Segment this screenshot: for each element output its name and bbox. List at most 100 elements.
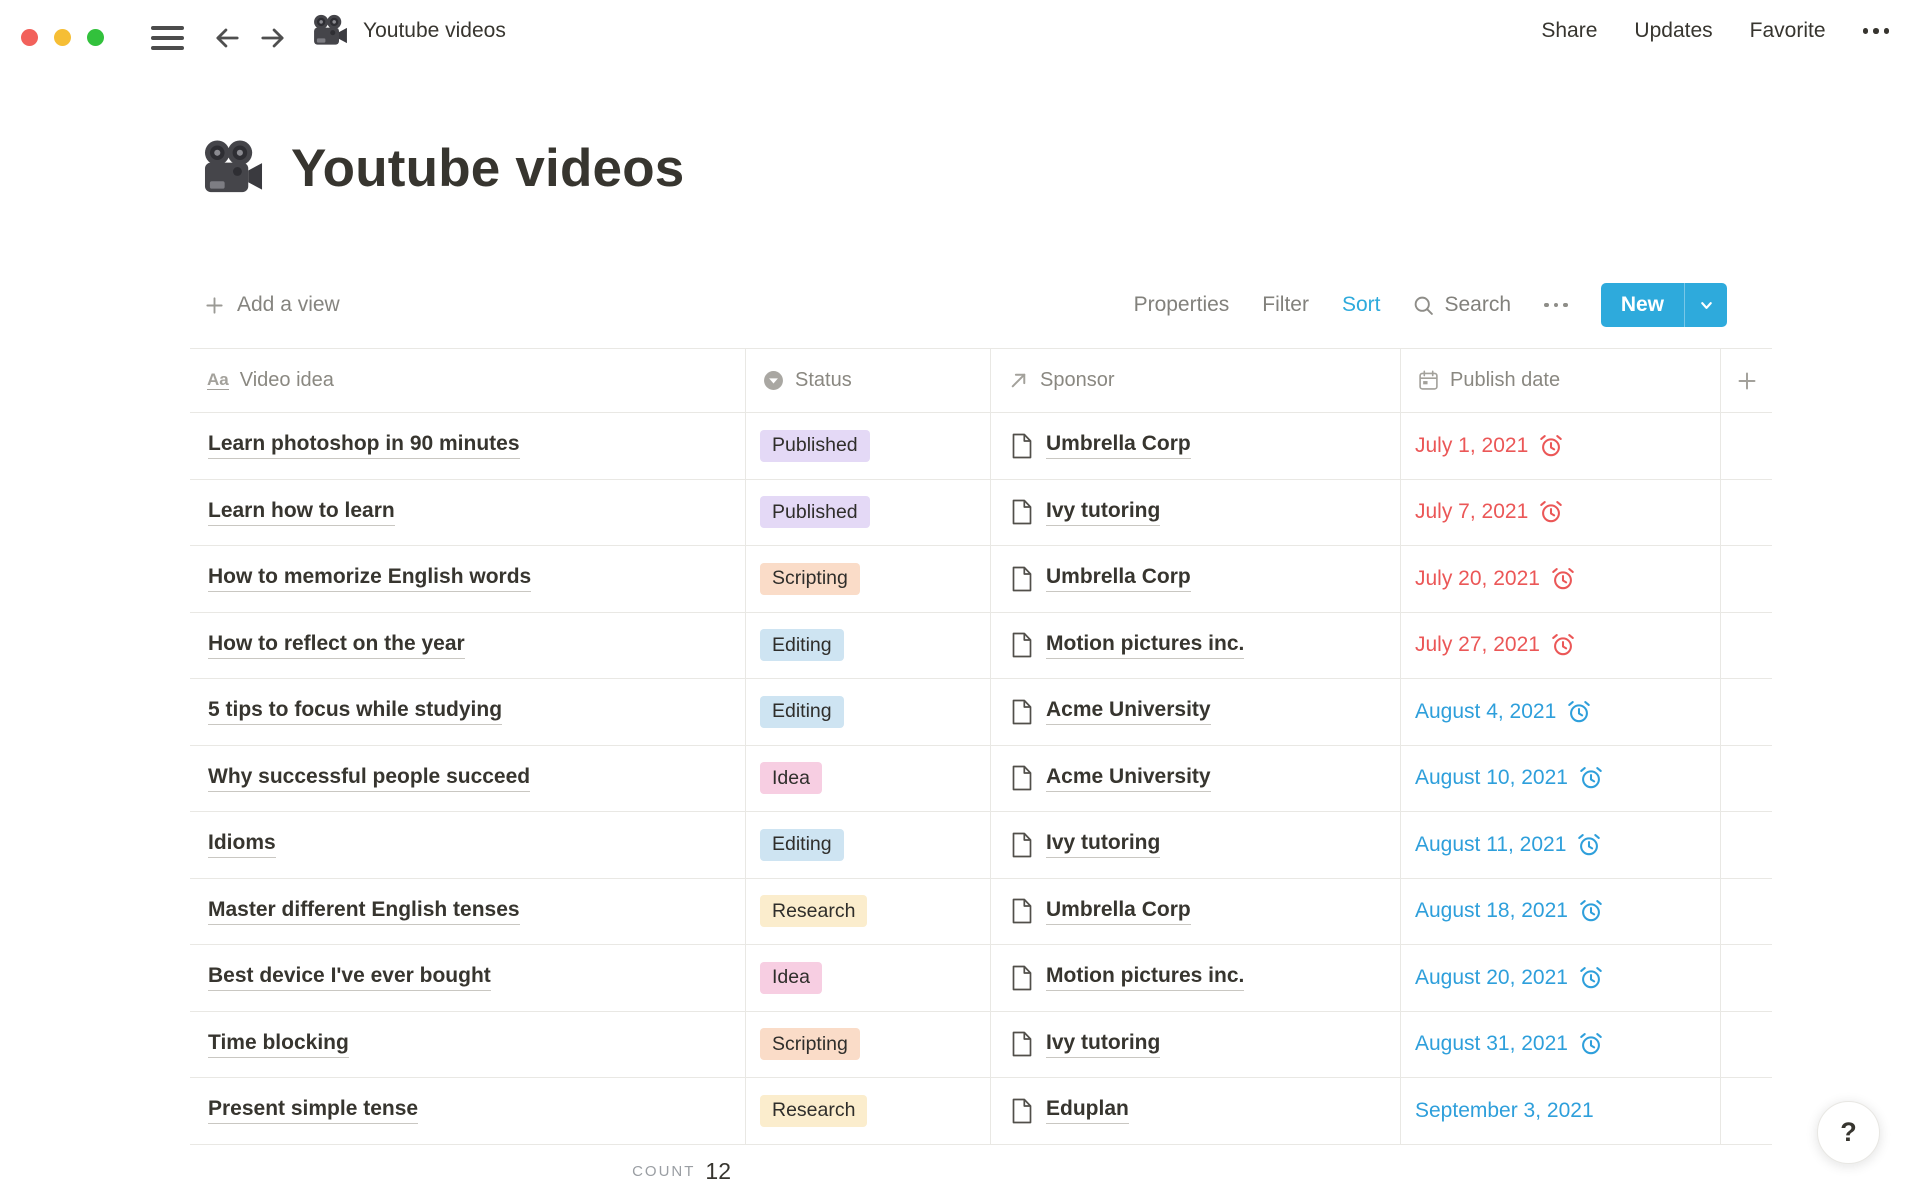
sponsor-cell[interactable]: Eduplan [990, 1078, 1400, 1144]
status-cell[interactable]: Scripting [745, 1012, 990, 1078]
video-idea-cell[interactable]: Why successful people succeed [190, 746, 745, 812]
publish-date-cell[interactable]: July 7, 2021 [1400, 480, 1720, 546]
video-idea-link[interactable]: Learn photoshop in 90 minutes [208, 432, 520, 459]
back-arrow-icon[interactable] [212, 23, 242, 53]
publish-date-cell[interactable]: August 10, 2021 [1400, 746, 1720, 812]
status-cell[interactable]: Editing [745, 679, 990, 745]
status-cell[interactable]: Published [745, 413, 990, 479]
breadcrumb[interactable]: Youtube videos [312, 0, 506, 62]
video-idea-cell[interactable]: Best device I've ever bought [190, 945, 745, 1011]
sponsor-cell[interactable]: Umbrella Corp [990, 546, 1400, 612]
video-idea-cell[interactable]: Idioms [190, 812, 745, 878]
share-button[interactable]: Share [1541, 19, 1597, 43]
publish-date-cell[interactable]: August 20, 2021 [1400, 945, 1720, 1011]
status-cell[interactable]: Idea [745, 746, 990, 812]
status-pill[interactable]: Editing [760, 829, 844, 861]
window-close-button[interactable] [21, 29, 38, 46]
status-pill[interactable]: Editing [760, 629, 844, 661]
status-pill[interactable]: Idea [760, 762, 822, 794]
video-idea-cell[interactable]: How to memorize English words [190, 546, 745, 612]
status-pill[interactable]: Published [760, 430, 870, 462]
sponsor-link[interactable]: Umbrella Corp [1046, 898, 1191, 925]
video-idea-link[interactable]: How to reflect on the year [208, 632, 465, 659]
video-idea-cell[interactable]: 5 tips to focus while studying [190, 679, 745, 745]
forward-arrow-icon[interactable] [258, 23, 288, 53]
status-cell[interactable]: Editing [745, 812, 990, 878]
favorite-button[interactable]: Favorite [1750, 19, 1826, 43]
video-idea-link[interactable]: Present simple tense [208, 1097, 418, 1124]
status-pill[interactable]: Idea [760, 962, 822, 994]
sidebar-toggle-icon[interactable] [151, 26, 184, 50]
sponsor-cell[interactable]: Ivy tutoring [990, 1012, 1400, 1078]
publish-date-cell[interactable]: August 11, 2021 [1400, 812, 1720, 878]
window-zoom-button[interactable] [87, 29, 104, 46]
column-header-publish-date[interactable]: Publish date [1400, 349, 1720, 412]
status-pill[interactable]: Scripting [760, 563, 860, 595]
sponsor-link[interactable]: Ivy tutoring [1046, 1031, 1160, 1058]
status-pill[interactable]: Research [760, 895, 867, 927]
video-idea-link[interactable]: Master different English tenses [208, 898, 520, 925]
sponsor-link[interactable]: Ivy tutoring [1046, 499, 1160, 526]
help-button[interactable]: ? [1817, 1101, 1880, 1164]
new-dropdown-button[interactable] [1684, 283, 1727, 327]
add-view-button[interactable]: Add a view [190, 293, 340, 317]
publish-date-cell[interactable]: July 20, 2021 [1400, 546, 1720, 612]
updates-button[interactable]: Updates [1634, 19, 1712, 43]
sponsor-cell[interactable]: Ivy tutoring [990, 812, 1400, 878]
video-idea-link[interactable]: Why successful people succeed [208, 765, 530, 792]
add-column-button[interactable] [1720, 349, 1772, 412]
video-idea-cell[interactable]: How to reflect on the year [190, 613, 745, 679]
sponsor-link[interactable]: Umbrella Corp [1046, 565, 1191, 592]
publish-date-cell[interactable]: August 31, 2021 [1400, 1012, 1720, 1078]
status-pill[interactable]: Editing [760, 696, 844, 728]
video-idea-link[interactable]: Best device I've ever bought [208, 964, 491, 991]
view-options-icon[interactable] [1544, 303, 1568, 308]
video-idea-cell[interactable]: Learn photoshop in 90 minutes [190, 413, 745, 479]
sponsor-link[interactable]: Acme University [1046, 698, 1211, 725]
properties-button[interactable]: Properties [1134, 293, 1230, 317]
filter-button[interactable]: Filter [1262, 293, 1309, 317]
status-cell[interactable]: Editing [745, 613, 990, 679]
sponsor-cell[interactable]: Ivy tutoring [990, 480, 1400, 546]
column-header-status[interactable]: Status [745, 349, 990, 412]
publish-date-cell[interactable]: August 4, 2021 [1400, 679, 1720, 745]
video-idea-link[interactable]: Learn how to learn [208, 499, 395, 526]
new-button-label[interactable]: New [1601, 283, 1684, 327]
sort-button[interactable]: Sort [1342, 293, 1381, 317]
column-header-sponsor[interactable]: Sponsor [990, 349, 1400, 412]
sponsor-link[interactable]: Ivy tutoring [1046, 831, 1160, 858]
sponsor-link[interactable]: Eduplan [1046, 1097, 1129, 1124]
video-idea-cell[interactable]: Master different English tenses [190, 879, 745, 945]
sponsor-cell[interactable]: Umbrella Corp [990, 879, 1400, 945]
count-aggregation[interactable]: COUNT 12 [190, 1150, 745, 1192]
sponsor-cell[interactable]: Acme University [990, 679, 1400, 745]
publish-date-cell[interactable]: July 27, 2021 [1400, 613, 1720, 679]
status-cell[interactable]: Idea [745, 945, 990, 1011]
sponsor-cell[interactable]: Acme University [990, 746, 1400, 812]
page-movie-camera-icon[interactable] [202, 139, 265, 198]
window-minimize-button[interactable] [54, 29, 71, 46]
video-idea-link[interactable]: Time blocking [208, 1031, 349, 1058]
video-idea-link[interactable]: How to memorize English words [208, 565, 531, 592]
search-button[interactable]: Search [1413, 293, 1511, 317]
video-idea-cell[interactable]: Time blocking [190, 1012, 745, 1078]
column-header-video-idea[interactable]: Aa Video idea [190, 349, 745, 412]
status-pill[interactable]: Published [760, 496, 870, 528]
sponsor-link[interactable]: Umbrella Corp [1046, 432, 1191, 459]
publish-date-cell[interactable]: July 1, 2021 [1400, 413, 1720, 479]
status-cell[interactable]: Scripting [745, 546, 990, 612]
sponsor-cell[interactable]: Motion pictures inc. [990, 613, 1400, 679]
publish-date-cell[interactable]: August 18, 2021 [1400, 879, 1720, 945]
sponsor-link[interactable]: Acme University [1046, 765, 1211, 792]
status-pill[interactable]: Scripting [760, 1028, 860, 1060]
new-button[interactable]: New [1601, 283, 1727, 327]
video-idea-cell[interactable]: Learn how to learn [190, 480, 745, 546]
breadcrumb-title[interactable]: Youtube videos [363, 19, 506, 43]
status-cell[interactable]: Research [745, 879, 990, 945]
video-idea-link[interactable]: 5 tips to focus while studying [208, 698, 502, 725]
sponsor-cell[interactable]: Umbrella Corp [990, 413, 1400, 479]
status-cell[interactable]: Published [745, 480, 990, 546]
more-menu-icon[interactable] [1863, 28, 1890, 34]
publish-date-cell[interactable]: September 3, 2021 [1400, 1078, 1720, 1144]
page-title[interactable]: Youtube videos [291, 138, 684, 199]
